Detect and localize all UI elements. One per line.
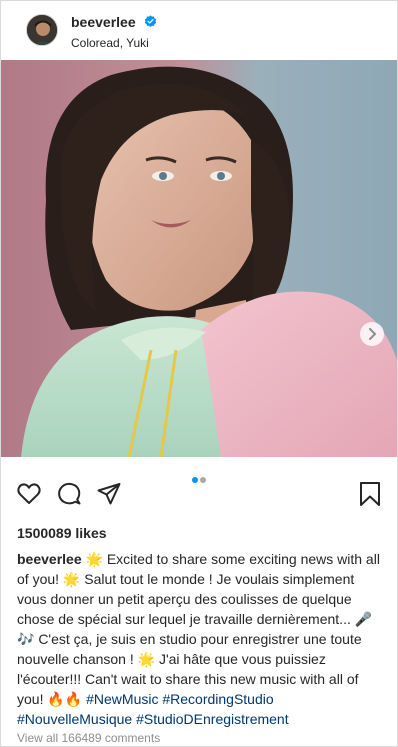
caption-text: 🌟 Excited to share some exciting news wi… — [17, 551, 380, 707]
hashtag-link[interactable]: #NouvelleMusique — [17, 711, 132, 727]
next-image-button[interactable] — [360, 322, 384, 346]
post-header: beeverlee Coloread, Yuki — [1, 1, 397, 59]
hashtag-link[interactable]: #RecordingStudio — [162, 691, 273, 707]
like-count[interactable]: 1500089 likes — [17, 525, 107, 541]
comment-icon[interactable] — [56, 481, 82, 507]
verified-badge-icon — [144, 15, 157, 28]
action-bar — [1, 481, 397, 507]
hashtag-link[interactable]: #StudioDEnregistrement — [136, 711, 289, 727]
share-icon[interactable] — [96, 481, 122, 507]
location-link[interactable]: Coloread, Yuki — [71, 36, 157, 50]
post-card: beeverlee Coloread, Yuki 1500089 likes b… — [0, 0, 398, 747]
post-image[interactable] — [1, 60, 397, 457]
view-comments-link[interactable]: View all 166489 comments — [17, 731, 160, 745]
username[interactable]: beeverlee — [71, 14, 136, 30]
caption-username[interactable]: beeverlee — [17, 551, 82, 567]
avatar[interactable] — [26, 14, 58, 46]
chevron-right-icon — [369, 328, 376, 340]
caption: beeverlee 🌟 Excited to share some exciti… — [17, 549, 387, 729]
bookmark-icon[interactable] — [357, 481, 383, 507]
user-block: beeverlee Coloread, Yuki — [71, 13, 157, 50]
hashtag-link[interactable]: #NewMusic — [86, 691, 158, 707]
heart-icon[interactable] — [16, 481, 42, 507]
